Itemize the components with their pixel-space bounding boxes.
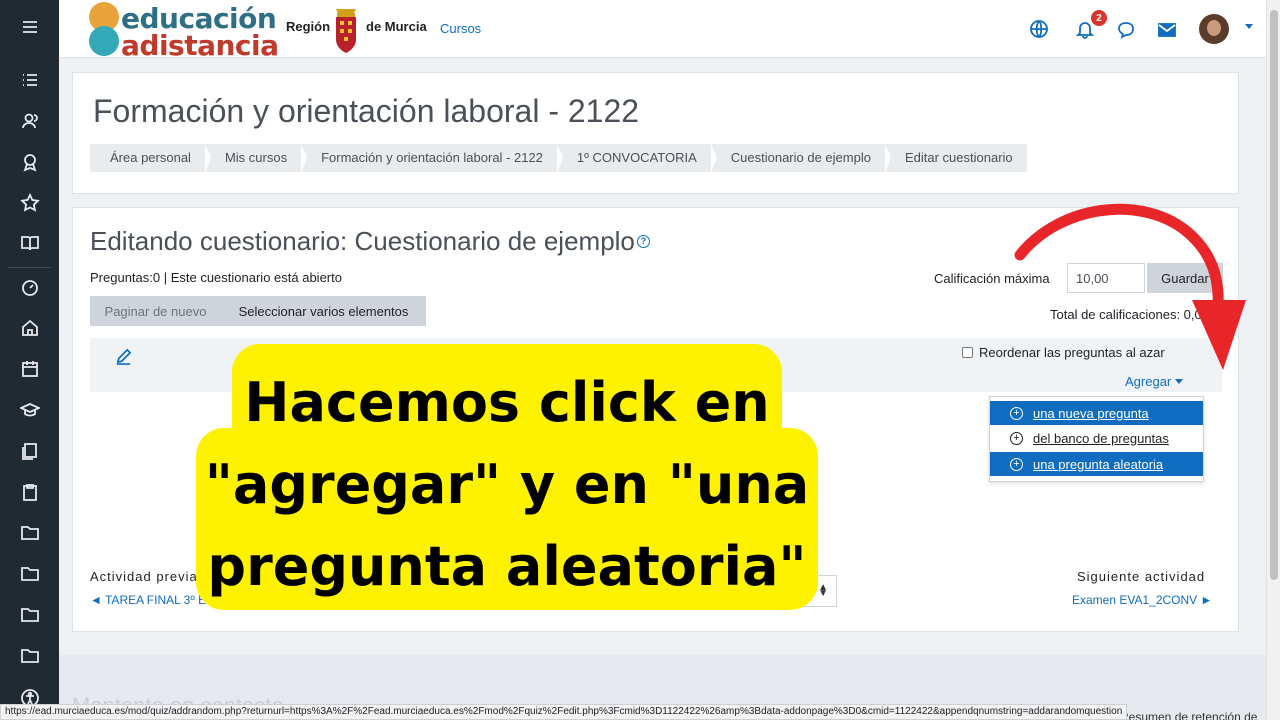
breadcrumb-item[interactable]: Área personal xyxy=(90,144,211,172)
editor-heading-text: Editando cuestionario: Cuestionario de e… xyxy=(90,226,635,256)
menu-item-label: una pregunta aleatoria xyxy=(1033,456,1164,472)
editor-heading: Editando cuestionario: Cuestionario de e… xyxy=(90,226,650,257)
breadcrumb-item[interactable]: 1º CONVOCATORIA xyxy=(556,144,717,172)
folder-icon[interactable] xyxy=(0,555,59,591)
add-dropdown-toggle[interactable]: Agregar xyxy=(1125,374,1184,389)
user-menu-chevron-down-icon[interactable] xyxy=(1245,24,1253,29)
region-label-left: Región xyxy=(286,19,331,34)
region-label-right: de Murcia xyxy=(366,19,427,34)
select-updown-icon: ▲ ▼ xyxy=(818,582,828,599)
messages-chat-icon[interactable] xyxy=(1116,19,1138,41)
select-multiple-button[interactable]: Seleccionar varios elementos xyxy=(221,296,426,326)
nav-courses-link[interactable]: Cursos xyxy=(440,21,481,36)
notification-count-badge: 2 xyxy=(1091,10,1107,26)
folder-icon[interactable] xyxy=(0,596,59,632)
add-random-question-item[interactable]: + una pregunta aleatoria xyxy=(990,452,1203,476)
data-retention-link[interactable]: Resumen de retención de datos xyxy=(1120,710,1280,720)
logo-text-bottom: adistancia xyxy=(121,29,279,62)
folder-icon[interactable] xyxy=(0,514,59,550)
page-scrollbar[interactable] xyxy=(1266,0,1280,720)
quiz-status-text: Preguntas:0 | Este cuestionario está abi… xyxy=(90,270,342,285)
edit-pencil-icon[interactable] xyxy=(115,348,133,366)
next-activity-link[interactable]: Examen EVA1_2CONV ► xyxy=(1072,593,1212,607)
murcia-crest-icon xyxy=(336,9,356,53)
top-navbar: educación adistancia Región de Murcia Cu… xyxy=(59,0,1266,62)
instruction-callout: Hacemos click en "agregar" y en "una pre… xyxy=(196,344,818,610)
plus-circle-icon: + xyxy=(1010,431,1023,445)
scrollbar-thumb[interactable] xyxy=(1270,10,1278,580)
page-title: Formación y orientación laboral - 2122 xyxy=(93,93,640,129)
logo-mark xyxy=(89,26,119,56)
help-icon[interactable]: ? xyxy=(636,235,650,248)
badge-icon[interactable] xyxy=(0,144,59,180)
users-icon[interactable] xyxy=(0,103,59,139)
add-from-bank-item[interactable]: + del banco de preguntas xyxy=(990,426,1203,450)
plus-circle-icon: + xyxy=(1010,406,1023,420)
previous-activity-label: Actividad previa xyxy=(90,569,198,584)
menu-icon[interactable] xyxy=(0,9,59,45)
graduation-icon[interactable] xyxy=(0,392,59,428)
user-avatar[interactable] xyxy=(1199,14,1229,44)
breadcrumb-item[interactable]: Editar cuestionario xyxy=(884,144,1027,172)
plus-circle-icon: + xyxy=(1010,457,1023,471)
breadcrumb: Área personal Mis cursos Formación y ori… xyxy=(90,144,1027,172)
next-activity-label: Siguiente actividad xyxy=(1077,569,1206,584)
red-arrow-annotation-icon xyxy=(1014,203,1246,370)
sidebar-divider xyxy=(8,267,51,268)
book-icon[interactable] xyxy=(0,225,59,261)
left-sidebar xyxy=(0,0,59,720)
menu-item-label: una nueva pregunta xyxy=(1033,405,1149,421)
home-icon[interactable] xyxy=(0,310,59,346)
menu-item-label: del banco de preguntas xyxy=(1033,430,1169,446)
checkbox-box[interactable] xyxy=(962,347,973,358)
repaginate-button[interactable]: Paginar de nuevo xyxy=(90,296,221,326)
callout-text: Hacemos click en "agregar" y en "una pre… xyxy=(204,371,810,598)
gauge-icon[interactable] xyxy=(0,269,59,305)
breadcrumb-item[interactable]: Formación y orientación laboral - 2122 xyxy=(301,144,563,172)
list-icon[interactable] xyxy=(0,62,59,98)
calendar-icon[interactable] xyxy=(0,351,59,387)
breadcrumb-item[interactable]: Mis cursos xyxy=(204,144,308,172)
add-dropdown-menu: + una nueva pregunta + del banco de pregun… xyxy=(989,396,1204,482)
language-globe-icon[interactable] xyxy=(1029,19,1051,41)
add-label: Agregar xyxy=(1125,374,1172,389)
files-icon[interactable] xyxy=(0,433,59,469)
chevron-down-icon xyxy=(1175,379,1184,384)
browser-status-url: https://ead.murciaeduca.es/mod/quiz/addr… xyxy=(0,704,1128,720)
breadcrumb-item[interactable]: Cuestionario de ejemplo xyxy=(710,144,892,172)
mail-envelope-icon[interactable] xyxy=(1157,20,1179,42)
folder-icon[interactable] xyxy=(0,637,59,673)
page-header-card: Formación y orientación laboral - 2122 Á… xyxy=(72,72,1239,194)
add-new-question-item[interactable]: + una nueva pregunta xyxy=(990,401,1203,425)
star-icon[interactable] xyxy=(0,185,59,221)
site-logo[interactable]: educación adistancia xyxy=(89,2,279,62)
clipboard-icon[interactable] xyxy=(0,474,59,510)
